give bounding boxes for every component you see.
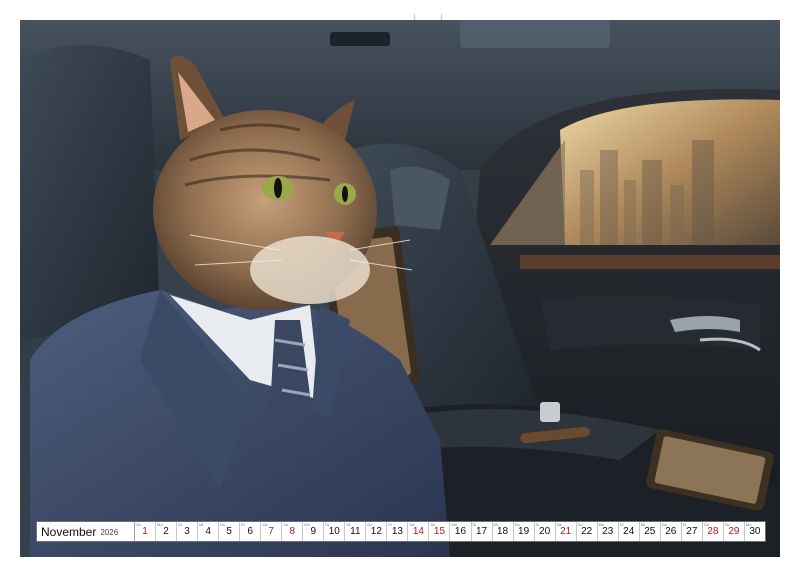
day-cell: Mo 2 [156,522,178,541]
month-year: 2026 [100,528,119,537]
headrest-right [390,166,450,230]
day-cell: Di 10 [324,522,346,541]
day-cell: Sa 28 [703,522,724,541]
day-cell: Di 17 [472,522,493,541]
day-cell: Fr 13 [387,522,409,541]
air-vent-icon [330,32,390,46]
day-of-week: So [724,522,730,527]
day-cell: Sa 14 [408,522,430,541]
wood-trim [520,255,780,269]
day-cell: So 1 [135,522,157,541]
day-of-week: Mo [304,522,310,527]
day-of-week: So [430,522,436,527]
calendar-photo [20,20,780,557]
day-cell: Fr 20 [535,522,556,541]
day-cell: So 22 [577,522,598,541]
day-of-week: Mi [493,522,498,527]
sunroof-icon [460,20,610,48]
day-cell: Di 24 [619,522,640,541]
glass-icon [540,402,560,422]
day-of-week: Do [661,522,667,527]
month-name: November [41,524,97,539]
day-cell: Mi 25 [640,522,661,541]
day-cell: So 15 [429,522,451,541]
day-cell: Mi 4 [198,522,220,541]
cat-in-car-illustration [20,20,780,557]
day-of-week: Do [514,522,520,527]
day-of-week: Do [220,522,226,527]
day-of-week: Sa [556,522,562,527]
day-of-week: Di [472,522,477,527]
day-of-week: Mo [157,522,163,527]
day-of-week: Mo [598,522,605,527]
day-of-week: Fr [535,522,540,527]
day-of-week: Sa [262,522,268,527]
day-cell: Sa 7 [261,522,283,541]
day-of-week: Di [619,522,624,527]
day-cell: Mo 16 [450,522,472,541]
day-cell: Do 26 [661,522,682,541]
day-cells: So 1 Mo 2 Di 3 Mi 4 Do 5 Fr 6 Sa 7 So 8 Mo 9 Di 10 Mi 11 Do 12 F… [135,522,765,541]
day-of-week: Di [325,522,330,527]
cat-pupil-right [342,186,348,202]
day-of-week: Mi [640,522,645,527]
day-cell: Mo 9 [303,522,325,541]
day-cell: Sa 21 [556,522,577,541]
day-of-week: Mo [451,522,458,527]
month-label: November 2026 [37,522,135,541]
day-cell: Do 5 [219,522,241,541]
day-of-week: So [283,522,289,527]
day-of-week: Sa [409,522,415,527]
day-of-week: Fr [682,522,687,527]
cat-pupil-left [274,178,282,198]
day-of-week: Sa [703,522,709,527]
day-of-week: Do [367,522,373,527]
day-cell: So 8 [282,522,304,541]
day-cell: Mi 11 [345,522,367,541]
day-of-week: Fr [241,522,245,527]
day-of-week: Fr [388,522,393,527]
day-cell: Fr 6 [240,522,262,541]
day-of-week: Mi [346,522,351,527]
day-of-week: Mi [199,522,204,527]
day-cell: So 29 [724,522,745,541]
day-of-week: Mo [745,522,752,527]
day-cell: Di 3 [177,522,199,541]
day-cell: Mo 30 [745,522,765,541]
day-cell: Mo 23 [598,522,619,541]
day-of-week: So [136,522,141,527]
day-of-week: So [577,522,583,527]
day-cell: Fr 27 [682,522,703,541]
day-of-week: Di [178,522,182,527]
day-cell: Do 19 [514,522,535,541]
calendar-grid: November 2026 So 1 Mo 2 Di 3 Mi 4 Do 5 Fr 6 Sa 7 So 8 Mo… [36,521,766,542]
day-cell: Do 12 [366,522,388,541]
cat-muzzle [250,236,370,304]
day-cell: Mi 18 [493,522,514,541]
